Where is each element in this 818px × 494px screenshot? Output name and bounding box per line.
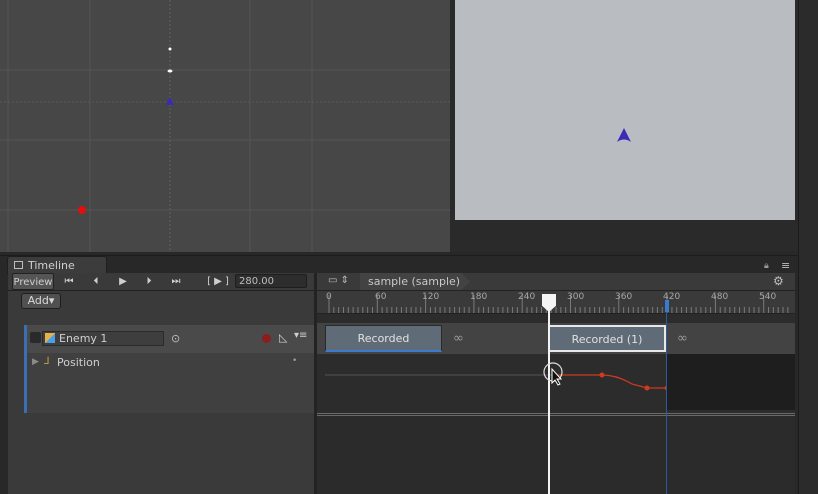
record-icon[interactable] xyxy=(262,334,271,343)
next-frame-icon[interactable]: ⏵ xyxy=(140,273,158,290)
keyframe[interactable] xyxy=(599,372,605,378)
gameobject-icon xyxy=(45,333,55,343)
ruler-tick: 60 xyxy=(375,292,387,302)
menu-icon[interactable]: ≡ xyxy=(781,259,790,272)
out-of-range-area xyxy=(667,354,795,410)
position-curve xyxy=(557,374,667,389)
play-icon[interactable]: ▶ xyxy=(114,273,132,290)
prev-frame-icon[interactable]: ⏴ xyxy=(87,273,105,290)
gear-icon[interactable]: ⚙ xyxy=(773,274,784,288)
clip-recorded[interactable]: Recorded xyxy=(325,325,442,352)
sequence-select-icon[interactable]: ▭ ⇕ xyxy=(328,275,349,286)
ruler-tick: 480 xyxy=(711,292,729,302)
lock-icon[interactable]: 🔒︎ xyxy=(764,261,769,271)
breadcrumb[interactable]: sample (sample) xyxy=(360,273,470,290)
ruler-tick: 360 xyxy=(615,292,633,302)
scene-grid xyxy=(0,0,450,252)
timeline-tab-label: Timeline xyxy=(28,259,75,272)
scene-view[interactable] xyxy=(0,0,450,252)
track-binding-field[interactable]: Enemy 1 xyxy=(42,331,164,346)
track-menu-icon[interactable]: ▾≡ xyxy=(294,330,307,341)
skip-end-icon[interactable]: ⏭ xyxy=(166,273,186,290)
scene-enemy-icon[interactable] xyxy=(166,97,174,105)
clip-recorded-1[interactable]: Recorded (1) xyxy=(548,325,666,352)
property-menu-icon[interactable]: • xyxy=(292,356,297,366)
ruler-tick: 300 xyxy=(567,292,585,302)
keyframe[interactable] xyxy=(644,385,650,391)
infinity-icon: ∞ xyxy=(453,331,464,346)
end-line xyxy=(666,300,667,494)
scene-object-small[interactable] xyxy=(167,69,173,73)
scene-object-dot[interactable] xyxy=(168,47,172,51)
frame-bracket-button[interactable]: [ ▶ ] xyxy=(206,273,230,290)
target-icon[interactable]: ⊙ xyxy=(171,332,180,345)
ruler-tick: 120 xyxy=(422,292,440,302)
game-view[interactable] xyxy=(455,0,795,220)
playhead[interactable] xyxy=(548,296,550,494)
timeline-icon xyxy=(14,261,23,269)
infinity-icon: ∞ xyxy=(677,331,688,346)
expand-arrow-icon[interactable]: ▶ xyxy=(32,357,39,367)
time-field[interactable]: 280.00 xyxy=(235,274,307,288)
curve-icon[interactable]: ◺ xyxy=(279,331,287,344)
timeline-tab[interactable]: Timeline xyxy=(7,256,107,274)
preview-button[interactable]: Preview xyxy=(12,273,54,290)
skip-start-icon[interactable]: ⏮ xyxy=(60,273,78,290)
property-label[interactable]: Position xyxy=(57,356,100,369)
timeline-titlebar xyxy=(0,255,798,274)
ruler-tick: 240 xyxy=(518,292,536,302)
end-marker[interactable] xyxy=(665,300,669,312)
transform-icon: ⅃ xyxy=(44,356,50,367)
game-enemy-icon xyxy=(617,128,631,142)
ruler-tick: 180 xyxy=(470,292,488,302)
scene-red-marker[interactable] xyxy=(78,206,86,214)
ruler-tick: 0 xyxy=(326,292,332,302)
add-button[interactable]: Add▾ xyxy=(21,293,61,309)
empty-track-area[interactable] xyxy=(317,413,795,494)
panel-divider[interactable] xyxy=(314,273,317,494)
inspector-strip xyxy=(798,0,818,494)
ruler-tick: 540 xyxy=(759,292,777,302)
mouse-cursor xyxy=(543,362,563,386)
track-toggle-icon[interactable] xyxy=(30,332,41,343)
